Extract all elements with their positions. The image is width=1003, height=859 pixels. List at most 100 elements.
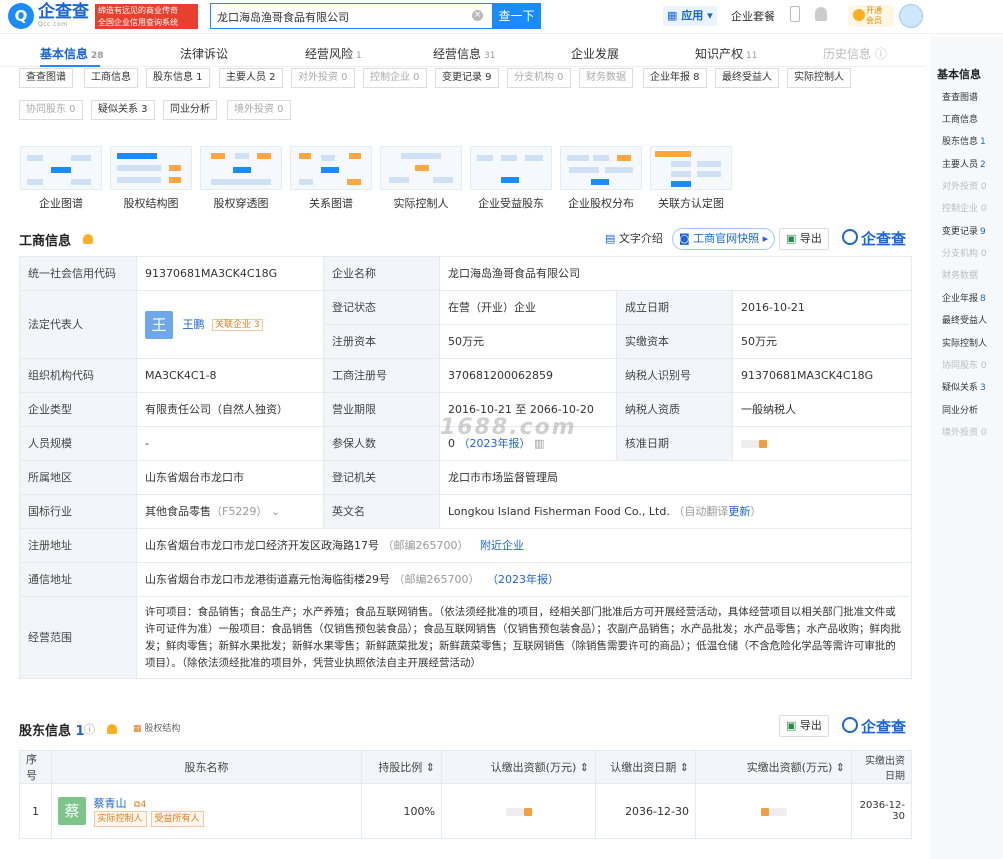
chip-key-personnel[interactable]: 主要人员 2 (219, 68, 283, 88)
tab-basic-info[interactable]: 基本信息 28 (40, 45, 104, 62)
tax-id-label: 纳税人识别号 (616, 358, 733, 393)
card-label[interactable]: 企业图谱 (16, 195, 106, 211)
col-header-sortable[interactable]: 认缴出资日期 ⇕ (595, 750, 696, 784)
info-icon[interactable]: ⓘ (84, 721, 95, 737)
reg-capital-label: 注册资本 (323, 324, 440, 359)
sidebar-item[interactable]: 工商信息 (942, 112, 980, 125)
col-header-sortable[interactable]: 实缴出资额(万元) ⇕ (695, 750, 852, 784)
tab-operation[interactable]: 经营信息 31 (433, 45, 495, 62)
card-label[interactable]: 关系图谱 (286, 195, 376, 211)
paid-capital-value: 50万元 (731, 324, 913, 359)
chip-controller[interactable]: 实际控制人 (787, 68, 851, 88)
paid-amount[interactable] (695, 783, 852, 839)
card-label[interactable]: 股权穿透图 (196, 195, 286, 211)
chip-suspected[interactable]: 疑似关系 3 (91, 100, 155, 120)
sidebar-item[interactable]: 股东信息 1 (942, 134, 986, 147)
card-label[interactable]: 关联方认定图 (646, 195, 736, 211)
slogan-line2: 全国企业信用查询系统 (98, 18, 178, 27)
card-label[interactable]: 股权结构图 (106, 195, 196, 211)
approve-date-value[interactable] (731, 426, 913, 461)
user-avatar[interactable] (899, 4, 923, 28)
enterprise-package-link[interactable]: 企业套餐 (731, 8, 775, 24)
tab-development[interactable]: 企业发展 (571, 45, 619, 62)
blurred-value (741, 439, 759, 448)
card-label[interactable]: 企业受益股东 (466, 195, 556, 211)
qcc-brand-text: 企查查 (861, 718, 907, 736)
logo-text[interactable]: 企查查 (38, 3, 89, 21)
blurred-value (505, 807, 524, 816)
chip-annual-reports[interactable]: 企业年报 8 (643, 68, 707, 88)
related-companies-link[interactable]: 关联企业 3 (212, 318, 263, 331)
reg-capital-value: 50万元 (439, 324, 617, 359)
card-equity-structure[interactable] (110, 146, 192, 190)
legal-rep-name[interactable]: 王鹏 (183, 318, 205, 331)
col-header: 序号 (19, 750, 52, 784)
sidebar-item[interactable]: 变更记录 9 (942, 224, 986, 237)
search-button[interactable]: 查一下 (492, 3, 541, 29)
col-header-label: 实缴出资额(万元) (746, 761, 833, 774)
qcc-logo-icon[interactable]: Q (8, 3, 34, 29)
card-label[interactable]: 实际控制人 (376, 195, 466, 211)
shareholder-avatar[interactable]: 蔡 (58, 797, 86, 825)
related-count-badge[interactable]: ⧉4 (134, 800, 146, 810)
card-relationship-graph[interactable] (290, 146, 372, 190)
table-row: 1 蔡 蔡青山 ⧉4 实际控制人 受益所有人 100% 2036-12-30 20… (19, 783, 912, 839)
tab-ip[interactable]: 知识产权 11 (695, 45, 757, 62)
mail-year-link[interactable]: （2023年报） (487, 573, 559, 586)
card-actual-controller[interactable] (380, 146, 462, 190)
tab-legal[interactable]: 法律诉讼 (180, 45, 228, 62)
sidebar-item[interactable]: 实际控制人 (942, 336, 987, 349)
chip-co-shareholders: 协同股东 0 (19, 100, 83, 120)
region-value: 山东省烟台市龙口市 (136, 460, 324, 495)
chip-changes[interactable]: 变更记录 9 (435, 68, 499, 88)
shareholder-name[interactable]: 蔡青山 (94, 797, 127, 810)
card-label[interactable]: 企业股权分布 (556, 195, 646, 211)
shareholders-export-button[interactable]: ▣ 导出 (779, 715, 829, 737)
col-header-sortable[interactable]: 持股比例 ⇕ (361, 750, 442, 784)
top-bar: Q 企查查 Qcc.com 缔造有远见的商业传奇 全国企业信用查询系统 龙口海岛… (0, 0, 1003, 34)
card-related-party[interactable] (650, 146, 732, 190)
card-equity-distribution[interactable] (560, 146, 642, 190)
card-enterprise-graph[interactable] (20, 146, 102, 190)
authority-label: 登记机关 (323, 460, 440, 495)
nearby-companies-link[interactable]: 附近企业 (480, 539, 524, 552)
col-header-sortable[interactable]: 认缴出资额(万元) ⇕ (441, 750, 596, 784)
chip-beneficiary[interactable]: 最终受益人 (715, 68, 779, 88)
reg-address-cell: 山东省烟台市龙口市龙口经济开发区政海路17号 （邮编265700） 附近企业 (135, 528, 913, 563)
update-translation-link[interactable]: 更新 (728, 505, 750, 518)
search-input[interactable]: 龙口海岛渔哥食品有限公司 (210, 3, 492, 29)
legal-rep-avatar[interactable]: 王 (145, 310, 173, 339)
official-snapshot-button[interactable]: ◙ 工商官网快照 ▸ (672, 228, 776, 250)
sidebar-item[interactable]: 查查图谱 (942, 90, 980, 103)
tab-risk[interactable]: 经营风险 1 (305, 45, 362, 62)
equity-structure-link[interactable]: ▦ 股权结构 (133, 721, 180, 734)
sidebar-item[interactable]: 主要人员 2 (942, 157, 986, 170)
mobile-icon[interactable] (790, 6, 800, 22)
export-button[interactable]: ▣ 导出 (779, 228, 829, 250)
active-tab-indicator (40, 65, 100, 67)
mail-address-label: 通信地址 (19, 562, 137, 597)
bell-icon[interactable] (107, 724, 117, 734)
legal-rep-label: 法定代表人 (19, 290, 137, 359)
tab-count: 1 (356, 51, 362, 61)
apps-menu[interactable]: ▦ 应用 ▾ (663, 6, 717, 26)
sidebar-item[interactable]: 企业年报 8 (942, 291, 986, 304)
sidebar-item[interactable]: 同业分析 (942, 403, 978, 416)
tab-label: 历史信息 (823, 47, 872, 61)
chip-peer-analysis[interactable]: 同业分析 (163, 100, 217, 120)
chip-shareholders[interactable]: 股东信息 1 (146, 68, 210, 88)
card-beneficiary[interactable] (470, 146, 552, 190)
card-equity-penetration[interactable] (200, 146, 282, 190)
bell-icon[interactable] (83, 234, 93, 244)
col-header-sortable[interactable]: 实缴出资日期 (851, 750, 912, 784)
text-intro-link[interactable]: ▤ 文字介绍 (605, 230, 663, 246)
subscribed-amount[interactable] (441, 783, 596, 839)
chip-graph[interactable]: 查查图谱 (19, 68, 73, 88)
chip-business-info[interactable]: 工商信息 (84, 68, 138, 88)
notification-bell-icon[interactable] (815, 7, 827, 21)
sidebar-item[interactable]: 疑似关系 3 (942, 380, 986, 393)
industry-cell[interactable]: 其他食品零售（F5229） ⌄ (136, 494, 324, 529)
tab-history[interactable]: 历史信息 ⓘ (823, 45, 887, 62)
sidebar-item[interactable]: 最终受益人 (942, 313, 987, 326)
clear-icon[interactable]: × (472, 10, 483, 21)
